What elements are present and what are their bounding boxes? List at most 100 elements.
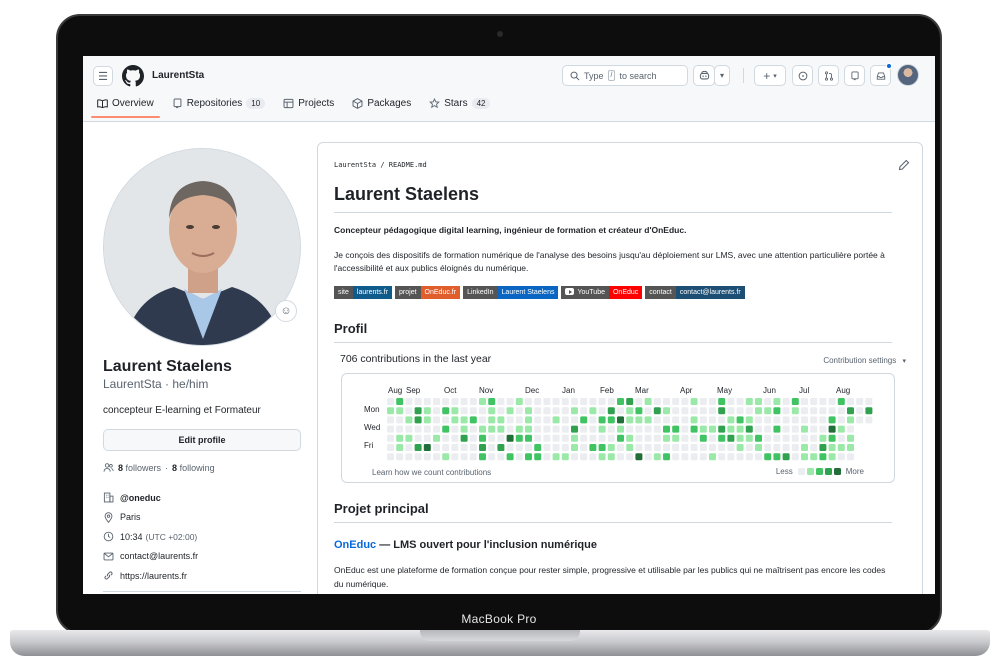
readme-path[interactable]: LaurentSta / README.md bbox=[334, 161, 427, 169]
contribution-day-cell[interactable] bbox=[847, 416, 854, 424]
following-link[interactable]: 8 following bbox=[172, 463, 215, 473]
contribution-day-cell[interactable] bbox=[745, 416, 753, 424]
contribution-day-cell[interactable] bbox=[819, 425, 827, 433]
contribution-day-cell[interactable] bbox=[617, 416, 624, 424]
contribution-day-cell[interactable] bbox=[543, 407, 551, 415]
contribution-day-cell[interactable] bbox=[819, 407, 827, 415]
contribution-day-cell[interactable] bbox=[561, 425, 569, 433]
contribution-day-cell[interactable] bbox=[699, 425, 707, 433]
contribution-day-cell[interactable] bbox=[810, 425, 818, 433]
profile-owner-link[interactable]: LaurentSta bbox=[152, 70, 204, 81]
contribution-day-cell[interactable] bbox=[847, 453, 854, 461]
contribution-day-cell[interactable] bbox=[847, 398, 854, 405]
contribution-day-cell[interactable] bbox=[782, 453, 790, 461]
contribution-day-cell[interactable] bbox=[469, 444, 477, 451]
contribution-day-cell[interactable] bbox=[589, 407, 597, 415]
contribution-day-cell[interactable] bbox=[442, 434, 450, 442]
contribution-day-cell[interactable] bbox=[810, 416, 818, 424]
contribution-day-cell[interactable] bbox=[488, 398, 496, 405]
contribution-day-cell[interactable] bbox=[663, 416, 670, 424]
contribution-day-cell[interactable] bbox=[709, 453, 716, 461]
contribution-day-cell[interactable] bbox=[635, 434, 643, 442]
contribution-day-cell[interactable] bbox=[442, 453, 450, 461]
contribution-day-cell[interactable] bbox=[690, 453, 698, 461]
contribution-day-cell[interactable] bbox=[479, 416, 486, 424]
contribution-day-cell[interactable] bbox=[764, 453, 772, 461]
contribution-day-cell[interactable] bbox=[571, 453, 578, 461]
badge-site[interactable]: site laurents.fr bbox=[334, 286, 393, 299]
badge-projet[interactable]: projet OnEduc.fr bbox=[395, 286, 461, 299]
website-link[interactable]: https://laurents.fr bbox=[120, 571, 187, 581]
contribution-day-cell[interactable] bbox=[653, 425, 661, 433]
contribution-day-cell[interactable] bbox=[791, 444, 799, 451]
contribution-day-cell[interactable] bbox=[396, 398, 404, 405]
contribution-day-cell[interactable] bbox=[653, 407, 661, 415]
contribution-day-cell[interactable] bbox=[607, 416, 615, 424]
contribution-day-cell[interactable] bbox=[847, 434, 854, 442]
contribution-day-cell[interactable] bbox=[552, 398, 560, 405]
contribution-day-cell[interactable] bbox=[727, 398, 735, 405]
contribution-day-cell[interactable] bbox=[589, 434, 597, 442]
contribution-day-cell[interactable] bbox=[423, 444, 431, 451]
contribution-day-cell[interactable] bbox=[433, 444, 440, 451]
contribution-day-cell[interactable] bbox=[552, 425, 560, 433]
contribution-day-cell[interactable] bbox=[607, 453, 615, 461]
contribution-day-cell[interactable] bbox=[644, 444, 652, 451]
github-logo-icon[interactable] bbox=[122, 65, 144, 87]
contribution-day-cell[interactable] bbox=[791, 407, 799, 415]
contribution-day-cell[interactable] bbox=[414, 453, 422, 461]
contribution-day-cell[interactable] bbox=[414, 444, 422, 451]
contribution-day-cell[interactable] bbox=[791, 398, 799, 405]
contribution-day-cell[interactable] bbox=[506, 407, 514, 415]
contribution-day-cell[interactable] bbox=[534, 398, 542, 405]
contribution-day-cell[interactable] bbox=[525, 407, 532, 415]
contribution-day-cell[interactable] bbox=[663, 425, 670, 433]
contribution-day-cell[interactable] bbox=[663, 434, 670, 442]
contribution-day-cell[interactable] bbox=[699, 416, 707, 424]
contribution-day-cell[interactable] bbox=[653, 453, 661, 461]
contribution-day-cell[interactable] bbox=[663, 444, 670, 451]
contribution-day-cell[interactable] bbox=[506, 444, 514, 451]
contribution-day-cell[interactable] bbox=[764, 425, 772, 433]
contribution-day-cell[interactable] bbox=[598, 407, 606, 415]
contribution-day-cell[interactable] bbox=[580, 444, 588, 451]
contribution-day-cell[interactable] bbox=[709, 444, 716, 451]
contribution-day-cell[interactable] bbox=[460, 407, 468, 415]
contribution-day-cell[interactable] bbox=[672, 407, 680, 415]
contribution-day-cell[interactable] bbox=[598, 425, 606, 433]
menu-icon[interactable]: ☰ bbox=[93, 66, 113, 86]
contribution-day-cell[interactable] bbox=[837, 416, 845, 424]
contribution-day-cell[interactable] bbox=[773, 453, 781, 461]
contribution-day-cell[interactable] bbox=[552, 444, 560, 451]
contribution-day-cell[interactable] bbox=[782, 407, 790, 415]
contribution-day-cell[interactable] bbox=[718, 416, 726, 424]
contribution-day-cell[interactable] bbox=[727, 444, 735, 451]
contribution-day-cell[interactable] bbox=[451, 453, 459, 461]
contribution-day-cell[interactable] bbox=[414, 407, 422, 415]
profile-photo[interactable] bbox=[103, 148, 301, 346]
contribution-day-cell[interactable] bbox=[801, 453, 808, 461]
contribution-day-cell[interactable] bbox=[561, 407, 569, 415]
contribution-day-cell[interactable] bbox=[773, 407, 781, 415]
contribution-day-cell[interactable] bbox=[589, 398, 597, 405]
contribution-day-cell[interactable] bbox=[534, 407, 542, 415]
contribution-day-cell[interactable] bbox=[405, 407, 413, 415]
contribution-day-cell[interactable] bbox=[819, 444, 827, 451]
contribution-day-cell[interactable] bbox=[791, 425, 799, 433]
contribution-day-cell[interactable] bbox=[442, 425, 450, 433]
contribution-day-cell[interactable] bbox=[764, 416, 772, 424]
contribution-day-cell[interactable] bbox=[837, 425, 845, 433]
contribution-day-cell[interactable] bbox=[681, 416, 689, 424]
contribution-day-cell[interactable] bbox=[672, 416, 680, 424]
contribution-day-cell[interactable] bbox=[607, 434, 615, 442]
contribution-day-cell[interactable] bbox=[543, 416, 551, 424]
pencil-icon[interactable] bbox=[898, 159, 910, 171]
contribution-day-cell[interactable] bbox=[488, 425, 496, 433]
contribution-day-cell[interactable] bbox=[405, 444, 413, 451]
contribution-day-cell[interactable] bbox=[469, 425, 477, 433]
contribution-day-cell[interactable] bbox=[405, 416, 413, 424]
followers-link[interactable]: 8 followers bbox=[118, 463, 161, 473]
contribution-day-cell[interactable] bbox=[571, 416, 578, 424]
contribution-day-cell[interactable] bbox=[497, 416, 505, 424]
contribution-day-cell[interactable] bbox=[773, 416, 781, 424]
